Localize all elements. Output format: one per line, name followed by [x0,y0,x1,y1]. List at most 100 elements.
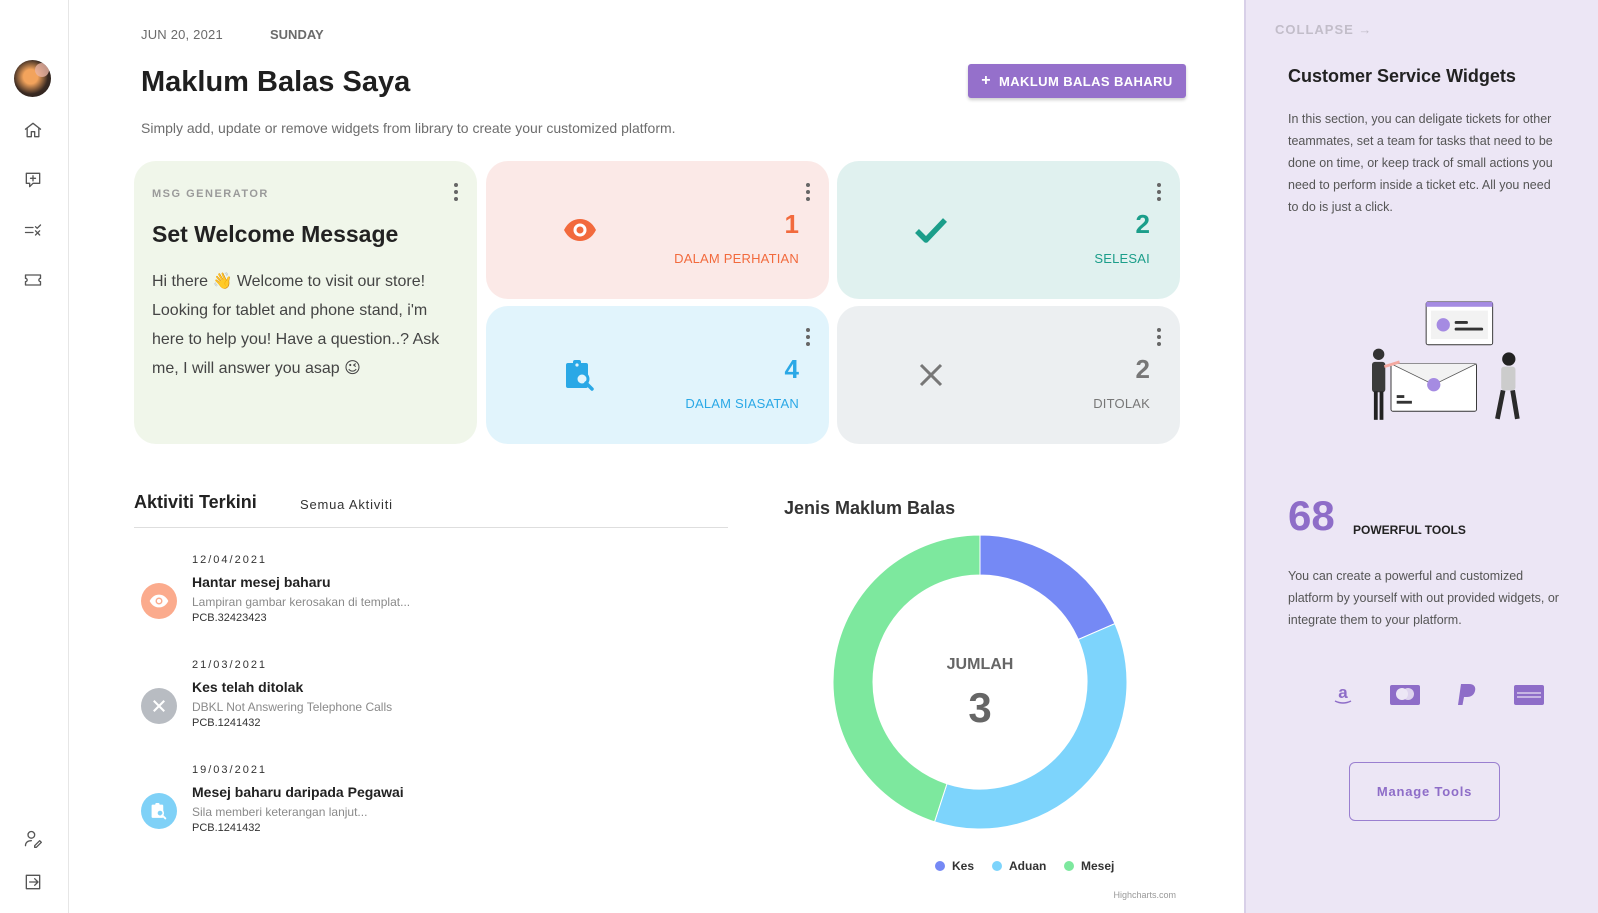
activity-desc: DBKL Not Answering Telephone Calls [192,700,393,714]
main-content: JUN 20, 2021 SUNDAY Maklum Balas Saya Si… [69,0,1244,913]
activity-item[interactable]: 21/03/2021 Kes telah ditolak DBKL Not An… [141,659,641,739]
more-menu-icon[interactable] [803,328,813,346]
tools-count: 68 [1288,492,1335,539]
donut-slice-kes[interactable] [979,534,1116,641]
stat-label: DITOLAK [1093,396,1150,411]
current-day: SUNDAY [270,27,324,42]
legend-label-aduan[interactable]: Aduan [1009,859,1046,873]
panel-description: In this section, you can deligate ticket… [1288,112,1553,214]
stat-card-selesai[interactable]: 2 SELESAI [837,161,1180,299]
user-edit-icon [24,830,42,848]
manage-tools-button[interactable]: Manage Tools [1349,762,1500,821]
stat-count: 1 [784,209,799,239]
activity-title-text: Hantar mesej baharu [192,574,331,590]
divider [134,527,728,528]
widgets-panel: COLLAPSE → Customer Service Widgets In t… [1244,0,1598,913]
integration-logos: a [1328,684,1544,706]
collapse-label: COLLAPSE [1275,22,1354,37]
check-icon [912,211,950,249]
ticket-icon [24,274,42,286]
home-icon [24,122,42,138]
page-subtitle: Simply add, update or remove widgets fro… [141,120,676,136]
activity-desc: Lampiran gambar kerosakan di templat... [192,595,411,609]
clipboard-search-icon [141,793,177,829]
welcome-message-text: Hi there 👋 Welcome to visit our store! L… [152,273,440,377]
activity-title-text: Mesej baharu daripada Pegawai [192,784,404,800]
activity-ref: PCB.1241432 [192,717,261,729]
activity-date: 12/04/2021 [192,554,268,566]
stat-label: SELESAI [1094,251,1150,266]
activity-ref: PCB.32423423 [192,612,267,624]
panel-title: Customer Service Widgets [1288,66,1516,86]
paypal-icon[interactable] [1452,684,1482,706]
stat-card-ditolak[interactable]: 2 DITOLAK [837,306,1180,444]
stat-count: 2 [1135,354,1150,384]
sidebar-item-tickets[interactable] [20,267,46,293]
donut-slice-aduan[interactable] [933,622,1128,830]
new-feedback-button[interactable]: + MAKLUM BALAS BAHARU [968,64,1186,98]
checklist-icon [24,224,42,236]
new-feedback-button-label: MAKLUM BALAS BAHARU [999,73,1173,89]
legend-marker-kes[interactable] [935,861,945,871]
close-icon [141,688,177,724]
legend-label-kes[interactable]: Kes [952,859,974,873]
card-title: Set Welcome Message [152,221,399,247]
current-date: JUN 20, 2021 [141,27,223,42]
message-plus-icon [25,172,41,188]
tools-count-label: POWERFUL TOOLS [1353,523,1466,537]
activity-desc: Sila memberi keterangan lanjut... [192,805,368,819]
chart-title: Jenis Maklum Balas [784,498,956,518]
legend-marker-mesej[interactable] [1064,861,1074,871]
stat-card-siasatan[interactable]: 4 DALAM SIASATAN [486,306,829,444]
activity-item[interactable]: 19/03/2021 Mesej baharu daripada Pegawai… [141,764,641,844]
amex-icon[interactable] [1514,684,1544,706]
stat-count: 4 [784,354,799,384]
activity-date: 21/03/2021 [192,659,268,671]
eye-icon [141,583,177,619]
activity-date: 19/03/2021 [192,764,268,776]
plus-icon: + [981,72,992,89]
page-title: Maklum Balas Saya [141,66,411,98]
activity-ref: PCB.1241432 [192,822,261,834]
legend-marker-aduan[interactable] [992,861,1002,871]
logout-icon [25,874,41,890]
people-envelope-illustration [1372,301,1520,420]
card-eyebrow: MSG GENERATOR [152,188,269,200]
more-menu-icon[interactable] [1154,328,1164,346]
donut-chart: JUMLAH 3 Kes Aduan Mesej Highcharts.com [832,534,1176,900]
stat-count: 2 [1135,209,1150,239]
collapse-button[interactable]: COLLAPSE → [1275,22,1372,37]
sidebar-item-new-feedback[interactable] [20,167,46,193]
activity-item[interactable]: 12/04/2021 Hantar mesej baharu Lampiran … [141,554,641,634]
clipboard-search-icon [561,356,599,394]
panel-description-2: You can create a powerful and customized… [1288,569,1559,627]
all-activity-link[interactable]: Semua Aktiviti [300,497,393,512]
avatar[interactable] [14,60,51,97]
mastercard-icon[interactable] [1390,684,1420,706]
chart-credit[interactable]: Highcharts.com [1113,890,1176,900]
more-menu-icon[interactable] [1154,183,1164,201]
close-icon [912,356,950,394]
sidebar-item-logout[interactable] [20,869,46,895]
amazon-icon[interactable]: a [1328,684,1358,706]
eye-icon [561,211,599,249]
legend-label-mesej[interactable]: Mesej [1081,859,1114,873]
sidebar [0,0,69,913]
chart-center-value: 3 [968,684,991,731]
sidebar-item-home[interactable] [20,117,46,143]
stat-card-perhatian[interactable]: 1 DALAM PERHATIAN [486,161,829,299]
sidebar-item-tasks[interactable] [20,217,46,243]
donut-slice-mesej[interactable] [832,534,981,823]
activity-title-text: Kes telah ditolak [192,679,304,695]
msg-generator-card: MSG GENERATOR Set Welcome Message Hi the… [134,161,477,444]
more-menu-icon[interactable] [451,183,461,201]
svg-text:a: a [1338,684,1348,702]
stat-label: DALAM PERHATIAN [674,251,799,266]
sidebar-item-edit-profile[interactable] [20,826,46,852]
activity-title: Aktiviti Terkini [134,492,257,512]
stat-label: DALAM SIASATAN [685,396,799,411]
more-menu-icon[interactable] [803,183,813,201]
chart-center-label: JUMLAH [947,656,1014,673]
app: JUN 20, 2021 SUNDAY Maklum Balas Saya Si… [0,0,1598,913]
arrow-right-icon: → [1358,22,1373,37]
